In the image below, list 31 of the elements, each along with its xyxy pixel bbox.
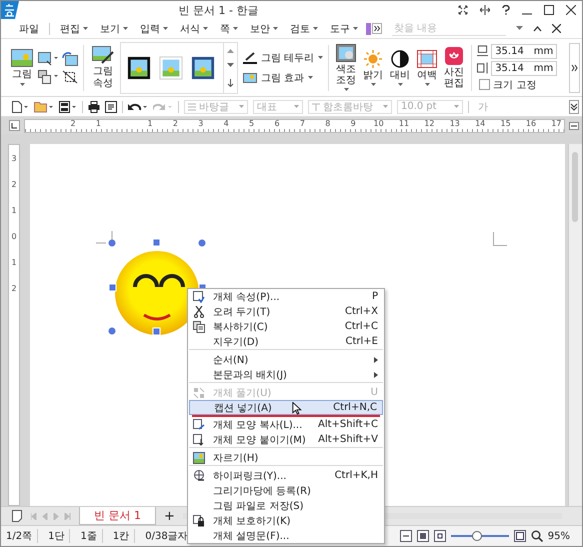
ruler-number: 9 <box>350 118 357 128</box>
ruler-number: 2 <box>11 179 17 191</box>
ruler-number: 3 <box>11 153 17 165</box>
ruler-number: 1 <box>11 257 17 269</box>
ruler-number: 6 <box>273 118 281 128</box>
ruler-number: 8 <box>324 118 332 128</box>
ruler-number: 2 <box>69 118 77 128</box>
ruler-number: 2 <box>11 283 17 295</box>
ruler-number: 5 <box>248 118 256 128</box>
status-cell: 1단 <box>43 529 70 543</box>
window-title: 빈 문서 1 - 한글 <box>178 2 258 18</box>
ruler-number: 10 <box>372 118 385 128</box>
ruler-number: 0 <box>11 231 17 243</box>
ruler-number: 7 <box>298 118 306 128</box>
ruler-number: 1 <box>94 118 102 128</box>
ruler-number: 2 <box>172 118 179 128</box>
status-cell: 1/2쪽 <box>1 529 38 543</box>
status-cell: 1칸 <box>108 529 136 543</box>
ruler-number: 15 <box>500 118 512 128</box>
ruler-number: 4 <box>222 118 230 128</box>
ruler-number: 16 <box>525 118 537 128</box>
ruler-number: 11 <box>398 118 410 128</box>
ruler-number: 1 <box>11 205 17 217</box>
ruler-number: 12 <box>423 118 436 128</box>
ruler-number: 1 <box>146 118 154 128</box>
ruler-number: 13 <box>448 118 461 128</box>
status-cell: 1줄 <box>75 529 103 543</box>
ruler-number: 14 <box>474 118 486 128</box>
ruler-number: 17 <box>550 118 562 128</box>
zoom-level: 95% <box>548 530 570 542</box>
ruler-number: 3 <box>197 118 204 128</box>
